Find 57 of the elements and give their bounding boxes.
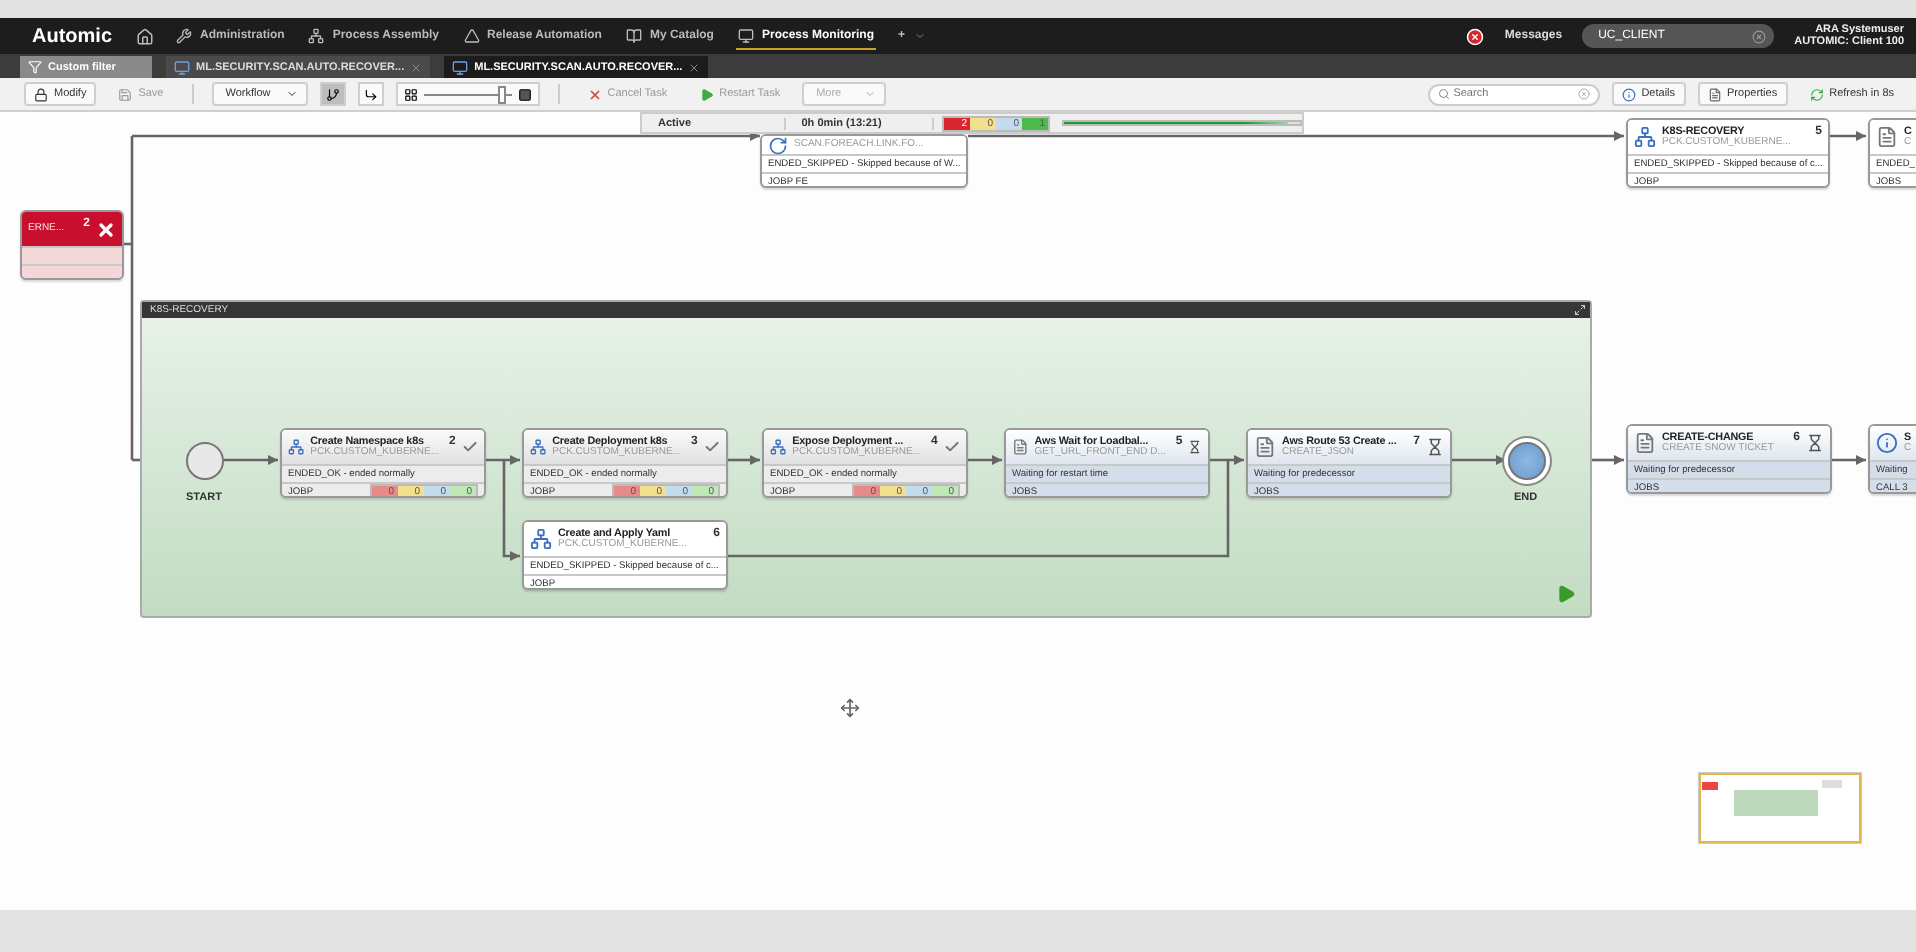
logo: Automic xyxy=(32,25,112,47)
wrench-icon xyxy=(176,27,192,43)
monitor-icon xyxy=(737,27,754,43)
diagram-icon xyxy=(308,27,325,43)
search-icon xyxy=(1437,88,1450,100)
step-icon xyxy=(363,87,378,101)
caret-icon xyxy=(285,88,298,100)
end-node[interactable] xyxy=(1508,442,1546,480)
monitor-icon xyxy=(452,59,469,75)
document-icon xyxy=(1707,87,1722,101)
connector-line xyxy=(1832,454,1866,466)
info-icon xyxy=(1621,87,1636,101)
loop-icon xyxy=(768,136,788,155)
view-mode-button[interactable] xyxy=(319,82,346,106)
view-mode-button[interactable] xyxy=(357,82,384,106)
play-icon xyxy=(699,87,714,101)
workflow-icon xyxy=(530,528,552,550)
hourglass-icon xyxy=(1806,434,1824,452)
alert-icon[interactable] xyxy=(1466,27,1485,45)
pyramid-icon xyxy=(463,27,479,43)
connector-line xyxy=(224,454,278,466)
close-icon[interactable] xyxy=(410,61,423,73)
info-icon xyxy=(1876,432,1898,454)
play-icon[interactable] xyxy=(1556,584,1576,604)
refresh-icon xyxy=(1809,87,1824,101)
filter-icon xyxy=(28,60,42,74)
clear-icon[interactable] xyxy=(1577,88,1590,100)
clear-icon[interactable] xyxy=(1752,29,1767,43)
close-icon[interactable] xyxy=(688,61,701,73)
slider-thumb[interactable] xyxy=(498,85,507,103)
job-icon xyxy=(1012,436,1029,458)
tree-icon xyxy=(325,87,340,101)
lock-icon xyxy=(34,87,48,101)
hourglass-icon xyxy=(1188,438,1202,456)
job-icon xyxy=(1876,126,1898,148)
home-icon[interactable] xyxy=(136,27,154,45)
move-cursor-icon xyxy=(840,698,860,718)
connector-line xyxy=(1830,130,1866,142)
workflow-icon xyxy=(530,436,547,458)
workflow-icon xyxy=(770,436,787,458)
job-icon xyxy=(1254,436,1276,458)
close-icon xyxy=(96,219,116,239)
zoom-slider[interactable] xyxy=(395,82,540,106)
monitor-icon xyxy=(174,59,190,75)
square-icon xyxy=(517,87,532,101)
workflow-icon xyxy=(288,436,305,458)
caret-icon xyxy=(864,88,877,100)
save-icon xyxy=(118,87,133,101)
connector-line xyxy=(1592,454,1624,466)
grid-icon xyxy=(403,87,418,101)
hourglass-icon xyxy=(1426,438,1444,456)
caret-icon xyxy=(913,29,926,41)
workflow-icon xyxy=(1634,126,1656,148)
job-icon xyxy=(1634,432,1656,454)
book-icon xyxy=(625,27,642,43)
cross-icon xyxy=(587,87,602,101)
connector-line xyxy=(1452,454,1506,466)
